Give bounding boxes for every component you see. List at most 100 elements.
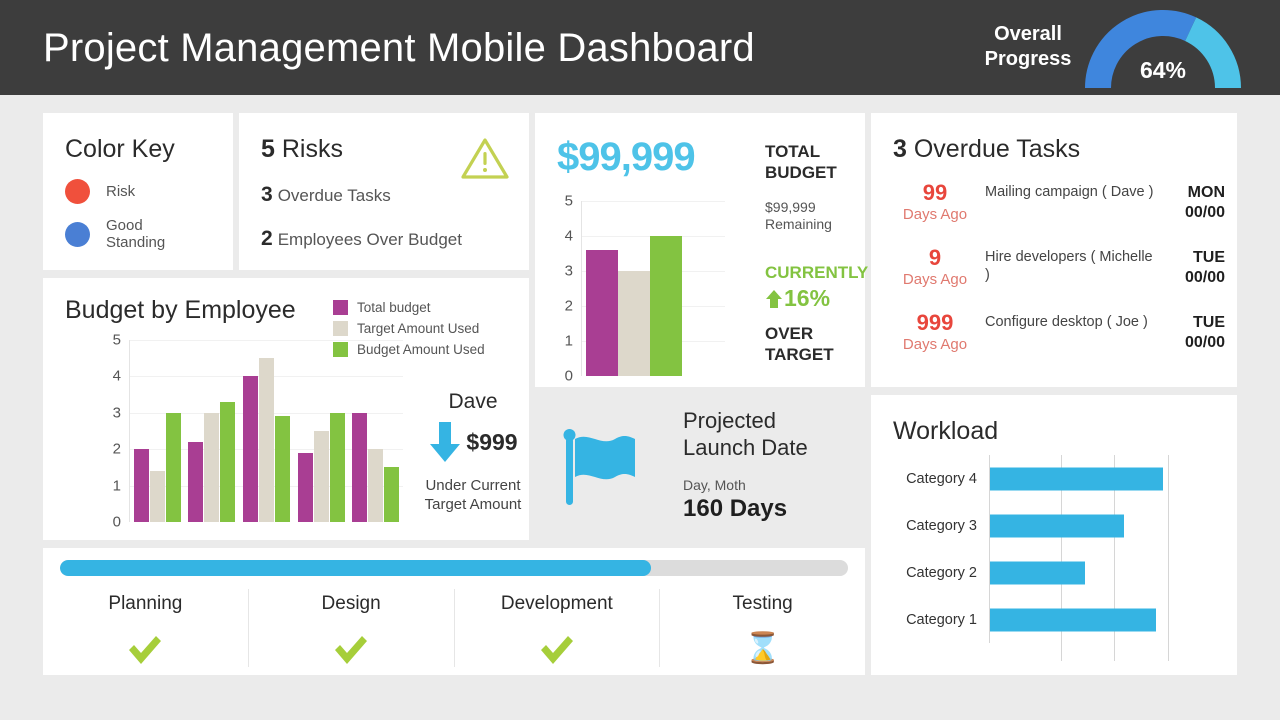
phase-progress-bar[interactable] [60,560,848,576]
workload-bar [990,514,1124,537]
phase-item[interactable]: Planning [43,589,249,667]
bar [149,471,165,522]
task-due-day: MON [1187,184,1225,201]
legend-swatch [333,300,348,315]
project-phases-card: Planning Design Development Testing ⌛ [43,548,865,675]
task-days-number: 999 [916,310,954,335]
phase-item[interactable]: Testing ⌛ [660,589,865,667]
phase-label: Design [321,593,381,614]
bar [329,412,345,522]
y-axis-tick: 0 [564,367,573,385]
risk-line-text: Employees Over Budget [277,230,462,249]
color-key-card: Color Key Risk Good Standing [43,113,233,270]
up-arrow-icon [766,289,782,308]
risk-color-dot [65,179,90,204]
legend-label: Target Amount Used [357,321,480,336]
risk-line-num: 2 [261,227,273,250]
workload-chart: Category 4 Category 3 Category 2 Category 1 [889,455,1221,661]
budget-delta-value: 16% [784,285,831,311]
phase-item[interactable]: Development [455,589,661,667]
table-row[interactable]: 999 Days Ago Configure desktop ( Joe ) T… [885,311,1225,354]
hourglass-icon: ⌛ [743,632,782,665]
y-axis-tick: 3 [112,404,121,422]
y-axis-tick: 2 [564,297,573,315]
total-budget-remaining: $99,999 Remaining [765,199,832,233]
y-axis-tick: 3 [564,262,573,280]
page-title: Project Management Mobile Dashboard [43,26,755,70]
task-due: TUE 00/00 [1159,246,1225,288]
phase-label: Planning [108,593,183,614]
task-days-label: Days Ago [902,336,968,353]
employee-caption-line1: Under Current [425,477,521,494]
overdue-title-label: Overdue Tasks [913,135,1081,163]
table-row[interactable]: 99 Days Ago Mailing campaign ( Dave ) MO… [885,181,1225,224]
risks-title-label: Risks [281,135,343,163]
workload-row: Category 3 [889,502,1221,549]
color-key-item-label: Good Standing [106,217,166,251]
workload-row: Category 4 [889,455,1221,502]
employee-name: Dave [448,390,498,413]
overall-progress-label: Overall Progress [968,22,1088,72]
dashboard-header: Project Management Mobile Dashboard Over… [0,0,1280,95]
y-axis-tick: 0 [112,513,121,531]
launch-title-line2: Launch Date [683,435,808,460]
workload-bar [990,467,1164,490]
check-icon [249,629,454,669]
y-axis-tick: 5 [112,331,121,349]
over-target-line1: OVER [765,324,814,343]
overall-progress-label-line2: Progress [984,48,1072,70]
task-due-day: TUE [1193,314,1225,331]
budget-delta-row: 16% [765,285,830,312]
budget-by-employee-chart: 0 1 2 3 4 5 [103,332,403,531]
risks-card: 5 Risks 3 Overdue Tasks 2 Employees Over B… [239,113,529,270]
budget-by-employee-title: Budget by Employee [65,296,296,324]
color-key-item-label: Risk [106,183,136,200]
employee-detail: Dave $999 Under Current Target Amount [421,390,525,514]
legend-label: Total budget [357,300,431,315]
dashboard-root: Project Management Mobile Dashboard Over… [0,0,1280,720]
phase-label: Testing [732,593,793,614]
employee-amount: $999 [466,428,518,455]
color-key-item-good-standing: Good Standing [65,217,165,251]
bar-series [582,201,685,376]
check-icon [43,629,248,669]
task-due-day: TUE [1193,249,1225,266]
overall-progress-gauge: 64% [1084,8,1242,92]
risks-count: 5 [261,135,275,163]
launch-subtitle: Day, Moth [683,477,746,493]
warning-triangle-icon [461,138,509,179]
total-budget-label-line1: TOTAL [765,142,821,161]
task-days-label: Days Ago [902,271,968,288]
bar [368,449,384,522]
y-axis: 0 1 2 3 4 5 [555,193,577,385]
y-axis-tick: 1 [112,477,121,495]
bar [242,376,258,522]
workload-row: Category 1 [889,596,1221,643]
workload-track [989,455,1221,502]
workload-track [989,549,1221,596]
employee-caption-line2: Target Amount [424,496,522,513]
risks-title: 5 Risks [261,135,343,164]
phase-item[interactable]: Design [249,589,455,667]
overdue-count: 3 [893,135,907,163]
bar-group [133,340,181,522]
down-arrow-icon [430,422,461,462]
bar-series [130,340,403,522]
phase-label: Development [500,593,613,614]
task-due: TUE 00/00 [1159,311,1225,353]
budget-by-employee-card: Budget by Employee Total budget Target A… [43,278,529,540]
plot-area [581,201,725,376]
currently-label: CURRENTLY [765,263,869,282]
task-due-date: 00/00 [1184,204,1225,221]
bar [258,358,274,522]
workload-card: Workload Category 4 Category 3 Category 2C… [871,395,1237,675]
y-axis-tick: 1 [564,332,573,350]
bar [585,250,618,376]
launch-title-line1: Projected [683,408,776,433]
risk-line: 3 Overdue Tasks [261,183,391,207]
good-standing-color-dot [65,221,90,247]
bar [352,412,368,522]
y-axis-tick: 4 [564,227,573,245]
table-row[interactable]: 9 Days Ago Hire developers ( Michelle ) … [885,246,1225,289]
workload-category-label: Category 2 [906,564,977,581]
